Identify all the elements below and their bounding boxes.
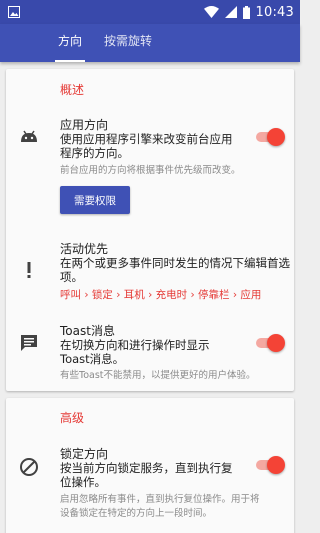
exclamation-icon <box>27 262 31 278</box>
event-priority-title: 活动优先 <box>60 242 109 256</box>
permission-button[interactable]: 需要权限 <box>60 186 130 214</box>
advanced-card: 高级 锁定方向 按当前方向锁定服务，直到执行复 位操作。 启用忽略所有事件，直到… <box>6 398 294 533</box>
status-time: 10:43 <box>255 4 294 20</box>
app-orientation-toggle[interactable] <box>254 128 285 146</box>
signal-icon <box>224 6 237 18</box>
wifi-icon <box>203 6 219 18</box>
toast-summary-1: 在切换方向和进行操作时显示 <box>60 338 210 352</box>
tab-orientation[interactable]: 方向 <box>48 24 92 62</box>
tab-indicator <box>55 60 85 62</box>
battery-icon <box>242 5 250 19</box>
lock-orientation-hint-1: 启用忽略所有事件，直到执行复位操作。用于将 <box>60 494 260 505</box>
app-orientation-summary-2: 程序的方向。 <box>60 146 129 160</box>
toast-summary-2: Toast消息。 <box>60 352 125 366</box>
tab-on-demand-rotation[interactable]: 按需旋转 <box>96 24 160 62</box>
event-priority-chain: 呼叫 › 锁定 › 耳机 › 充电时 › 停靠栏 › 应用 <box>60 289 262 301</box>
toast-title: Toast消息 <box>60 324 115 338</box>
lock-orientation-title: 锁定方向 <box>60 447 109 461</box>
event-priority-summary-1: 在两个或更多事件同时发生的情况下编辑首选 <box>60 256 290 270</box>
lock-orientation-summary-1: 按当前方向锁定服务，直到执行复 <box>60 461 233 475</box>
section-header-overview: 概述 <box>60 83 85 97</box>
app-bar: 方向 按需旋转 <box>0 24 300 62</box>
app-orientation-title: 应用方向 <box>60 118 109 132</box>
lock-orientation-summary-2: 位操作。 <box>60 475 106 489</box>
image-icon <box>8 6 20 18</box>
lock-orientation-hint-2: 设备锁定在特定的方向上一段时间。 <box>60 508 213 519</box>
toast-toggle[interactable] <box>254 334 285 352</box>
toast-hint: 有些Toast不能禁用，以提供更好的用户体验。 <box>60 370 256 381</box>
status-bar: 10:43 <box>0 0 300 24</box>
android-icon <box>21 130 37 142</box>
message-icon <box>21 335 37 351</box>
lock-orientation-toggle[interactable] <box>254 456 285 474</box>
app-orientation-summary-1: 使用应用程序引擎来改变前台应用 <box>60 132 233 146</box>
event-priority-summary-2: 项。 <box>60 270 83 284</box>
block-icon <box>20 458 38 476</box>
section-header-advanced: 高级 <box>60 411 85 425</box>
overview-card: 概述 应用方向 使用应用程序引擎来改变前台应用 程序的方向。 前台应用的方向将根… <box>6 69 294 391</box>
app-orientation-hint: 前台应用的方向将根据事件优先级而改变。 <box>60 165 241 176</box>
